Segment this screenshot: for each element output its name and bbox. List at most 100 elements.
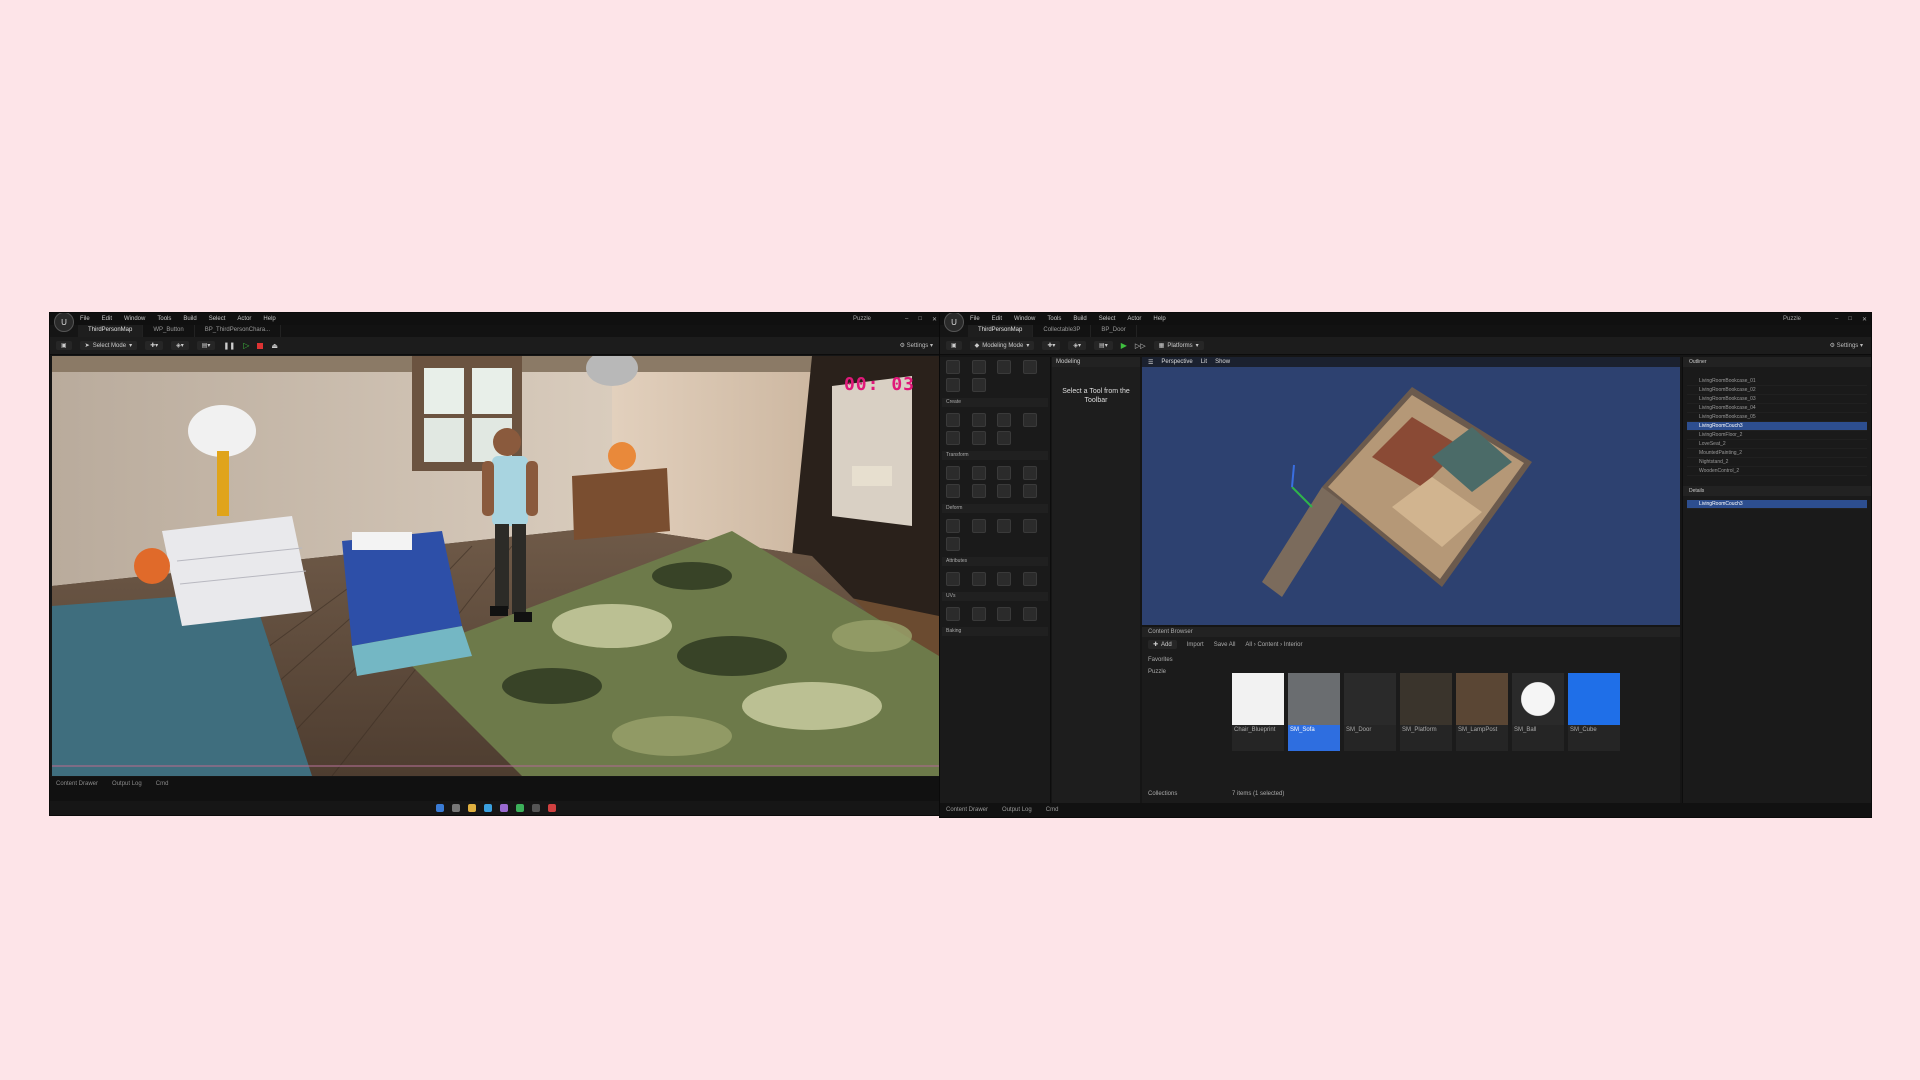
- asset-tile[interactable]: SM_Platform: [1400, 673, 1452, 751]
- asset-tile-selected[interactable]: SM_Sofa: [1288, 673, 1340, 751]
- stop-icon[interactable]: [257, 342, 264, 349]
- maximize-icon[interactable]: □: [1848, 316, 1852, 323]
- tool-icon[interactable]: [971, 607, 986, 621]
- tool-icon[interactable]: [946, 431, 960, 445]
- media-icon[interactable]: [547, 804, 556, 812]
- tool-icon[interactable]: [971, 431, 986, 445]
- tab-wp-button[interactable]: WP_Button: [143, 325, 195, 337]
- browser-icon[interactable]: [483, 804, 492, 812]
- tool-icon[interactable]: [997, 519, 1011, 533]
- tool-icon[interactable]: [971, 484, 986, 498]
- menu-actor[interactable]: Actor: [1127, 316, 1141, 322]
- menu-window[interactable]: Window: [1014, 316, 1035, 322]
- viewport-menu-icon[interactable]: ☰: [1148, 359, 1153, 366]
- menu-edit[interactable]: Edit: [992, 316, 1002, 322]
- menu-actor[interactable]: Actor: [237, 316, 251, 322]
- section-create[interactable]: Create: [942, 398, 1048, 407]
- menu-help[interactable]: Help: [263, 316, 275, 322]
- select-mode-button[interactable]: ➤ Select Mode ▾: [79, 341, 138, 350]
- details-selected-actor[interactable]: LivingRoomCouch3: [1687, 500, 1867, 509]
- outliner-row[interactable]: LivingRoomBookcase_03: [1687, 395, 1867, 404]
- save-all-button[interactable]: Save All: [1214, 642, 1236, 648]
- menu-file[interactable]: File: [80, 316, 90, 322]
- menu-build[interactable]: Build: [183, 316, 196, 322]
- app-icon[interactable]: [499, 804, 508, 812]
- asset-tile[interactable]: SM_LampPost: [1456, 673, 1508, 751]
- add-button[interactable]: ✚ Add: [1148, 640, 1177, 649]
- menu-tools[interactable]: Tools: [1047, 316, 1061, 322]
- section-deform[interactable]: Deform: [942, 504, 1048, 513]
- menu-tools[interactable]: Tools: [157, 316, 171, 322]
- tab-bp-thirdpersonchar[interactable]: BP_ThirdPersonChara...: [195, 325, 282, 337]
- tool-icon[interactable]: [946, 537, 960, 551]
- tool-icon[interactable]: [946, 519, 960, 533]
- collections-label[interactable]: Collections: [1148, 791, 1177, 797]
- step-icon[interactable]: ▷▷: [1135, 342, 1146, 350]
- tool-icon[interactable]: [971, 360, 986, 374]
- tool-icon[interactable]: [997, 360, 1011, 374]
- platforms-button[interactable]: ▦ Platforms ▾: [1153, 341, 1204, 350]
- settings-button[interactable]: ⚙ Settings ▾: [900, 342, 933, 349]
- add-actor-icon[interactable]: ✚▾: [145, 341, 164, 350]
- menu-select[interactable]: Select: [209, 316, 226, 322]
- tool-icon[interactable]: [971, 572, 986, 586]
- output-log-button[interactable]: Output Log: [112, 781, 142, 787]
- tool-icon[interactable]: [971, 413, 986, 427]
- game-viewport[interactable]: 00: 03: [52, 356, 939, 776]
- asset-tile[interactable]: SM_Door: [1344, 673, 1396, 751]
- cmd-button[interactable]: Cmd: [156, 781, 169, 787]
- level-viewport[interactable]: ☰ Perspective Lit Show: [1142, 357, 1680, 625]
- cmd-button[interactable]: Cmd: [1046, 807, 1059, 813]
- tool-icon[interactable]: [1022, 413, 1037, 427]
- tab-collectable[interactable]: Collectable3P: [1033, 325, 1092, 337]
- tool-icon[interactable]: [946, 484, 960, 498]
- show-button[interactable]: Show: [1215, 359, 1230, 365]
- unreal-taskbar-icon[interactable]: [531, 804, 540, 812]
- menu-edit[interactable]: Edit: [102, 316, 112, 322]
- tool-icon[interactable]: [971, 378, 986, 392]
- outliner-row[interactable]: LivingRoomBookcase_02: [1687, 386, 1867, 395]
- folder-icon[interactable]: [467, 804, 476, 812]
- minimize-icon[interactable]: –: [905, 316, 908, 323]
- menu-help[interactable]: Help: [1153, 316, 1165, 322]
- eject-icon[interactable]: ⏏: [271, 342, 278, 350]
- tab-bp-door[interactable]: BP_Door: [1091, 325, 1137, 337]
- tool-icon[interactable]: [971, 519, 986, 533]
- tool-icon[interactable]: [946, 572, 960, 586]
- tool-icon[interactable]: [946, 607, 960, 621]
- cinematics-icon[interactable]: ▤▾: [196, 341, 216, 350]
- tool-icon[interactable]: [946, 466, 960, 480]
- close-icon[interactable]: ✕: [932, 316, 937, 323]
- perspective-button[interactable]: Perspective: [1161, 359, 1192, 365]
- blueprint-icon[interactable]: ◈▾: [1068, 341, 1087, 350]
- unreal-logo-icon[interactable]: U: [54, 313, 74, 332]
- outliner-row[interactable]: Nightstand_2: [1687, 458, 1867, 467]
- chrome-icon[interactable]: [515, 804, 524, 812]
- tool-icon[interactable]: [997, 572, 1011, 586]
- mode-dropdown[interactable]: ◆ Modeling Mode ▾: [969, 341, 1035, 350]
- breadcrumb-content[interactable]: Content: [1257, 642, 1278, 648]
- section-baking[interactable]: Baking: [942, 627, 1048, 636]
- tool-icon[interactable]: [946, 378, 960, 392]
- section-uvs[interactable]: UVs: [942, 592, 1048, 601]
- outliner-row[interactable]: LivingRoomBookcase_01: [1687, 377, 1867, 386]
- breadcrumb-all[interactable]: All: [1245, 642, 1252, 648]
- section-attributes[interactable]: Attributes: [942, 557, 1048, 566]
- tool-icon[interactable]: [1022, 519, 1037, 533]
- menu-file[interactable]: File: [970, 316, 980, 322]
- tool-icon[interactable]: [1022, 360, 1037, 374]
- outliner-row-selected[interactable]: LivingRoomCouch3: [1687, 422, 1867, 431]
- tool-icon[interactable]: [946, 413, 960, 427]
- outliner-row[interactable]: LivingRoomFloor_2: [1687, 431, 1867, 440]
- tool-icon[interactable]: [946, 360, 960, 374]
- tab-thirdpersonmap[interactable]: ThirdPersonMap: [968, 325, 1034, 337]
- tab-thirdpersonmap[interactable]: ThirdPersonMap: [78, 325, 144, 337]
- breadcrumb-interior[interactable]: Interior: [1284, 642, 1303, 648]
- content-drawer-button[interactable]: Content Drawer: [56, 781, 98, 787]
- minimize-icon[interactable]: –: [1835, 316, 1838, 323]
- asset-tile[interactable]: SM_Cube: [1568, 673, 1620, 751]
- unreal-logo-icon[interactable]: U: [944, 313, 964, 332]
- outliner-row[interactable]: LoveSeat_2: [1687, 440, 1867, 449]
- cinematics-icon[interactable]: ▤▾: [1094, 341, 1113, 350]
- tool-icon[interactable]: [997, 413, 1011, 427]
